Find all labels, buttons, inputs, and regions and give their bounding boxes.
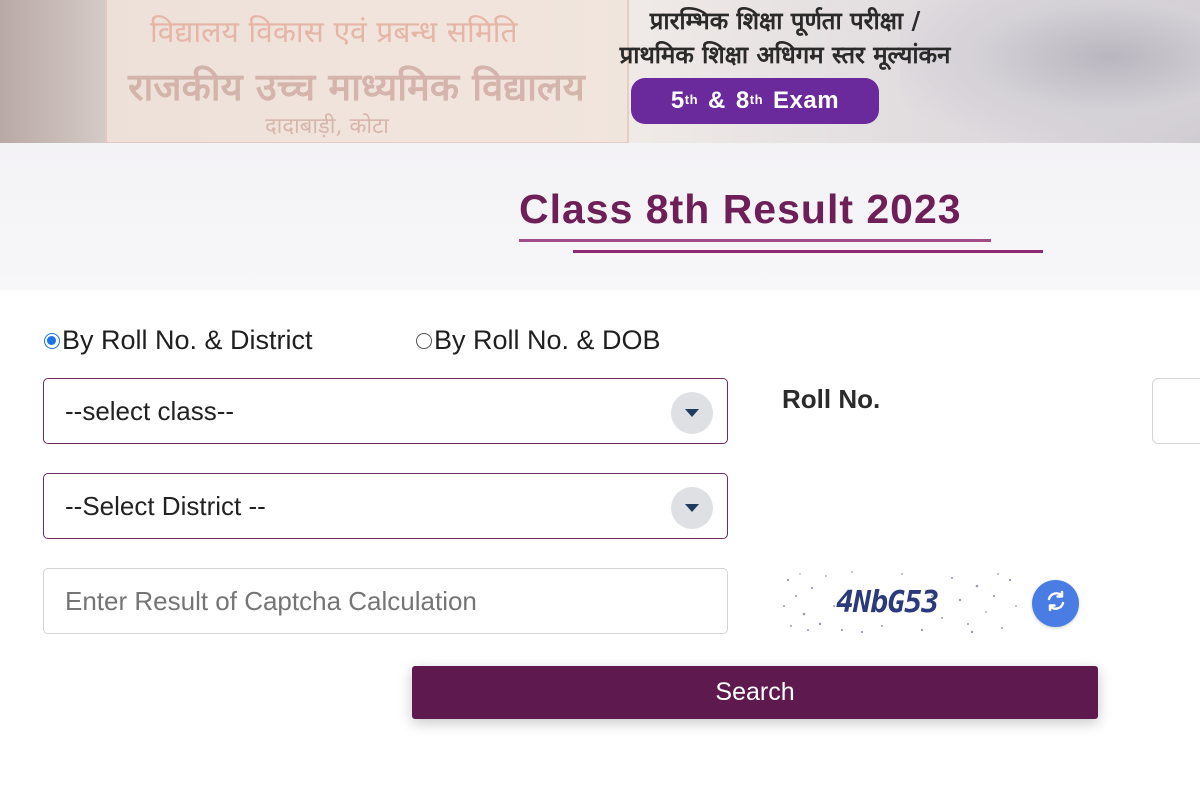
exam-badge-sup2: th: [749, 91, 764, 107]
page-title: Class 8th Result 2023: [519, 186, 962, 232]
roll-no-label: Roll No.: [782, 384, 881, 414]
exam-badge-sup1: th: [684, 91, 699, 107]
class-select[interactable]: --select class--: [43, 378, 728, 444]
banner-title-line2: प्राथमिक शिक्षा अधिगम स्तर मूल्यांकन: [619, 40, 951, 69]
search-button[interactable]: Search: [412, 666, 1098, 719]
title-underline-secondary: [573, 250, 1043, 253]
banner-background-school-name: राजकीय उच्च माध्यमिक विद्यालय: [128, 64, 585, 109]
class-select-value: --select class--: [65, 395, 235, 426]
radio-roll-dob[interactable]: By Roll No. & DOB: [416, 325, 661, 356]
exam-badge-num2: 8: [735, 87, 750, 114]
chevron-down-icon[interactable]: [671, 487, 713, 529]
banner-title-line1: प्रारम्भिक शिक्षा पूर्णता परीक्षा /: [649, 6, 921, 35]
exam-badge-num1: 5: [670, 87, 685, 114]
district-select-value: --Select District --: [65, 490, 266, 521]
captcha-refresh-button[interactable]: [1032, 580, 1079, 627]
refresh-icon: [1044, 589, 1068, 618]
exam-badge-word: Exam: [773, 87, 840, 114]
header-banner: विद्यालय विकास एवं प्रबन्ध समिति राजकीय …: [0, 0, 1200, 143]
captcha-answer-input[interactable]: [43, 568, 728, 634]
captcha-text: 4NbG53: [836, 585, 938, 620]
radio-label-roll-district: By Roll No. & District: [62, 325, 313, 355]
captcha-image: 4NbG53: [782, 566, 1022, 638]
radio-button-unchecked[interactable]: [416, 332, 432, 349]
district-select[interactable]: --Select District --: [43, 473, 728, 539]
radio-label-roll-dob: By Roll No. & DOB: [434, 325, 661, 355]
radio-button-checked[interactable]: [44, 332, 60, 349]
roll-no-input[interactable]: [1152, 378, 1200, 444]
chevron-down-icon[interactable]: [671, 392, 713, 434]
radio-roll-district[interactable]: By Roll No. & District: [44, 325, 313, 356]
exam-badge-amp: &: [708, 87, 726, 114]
exam-badge: 5th & 8th Exam: [631, 78, 879, 124]
banner-background-text: विद्यालय विकास एवं प्रबन्ध समिति: [150, 15, 518, 50]
banner-background-location: दादाबाड़ी, कोटा: [265, 114, 389, 139]
title-underline: [519, 239, 991, 242]
